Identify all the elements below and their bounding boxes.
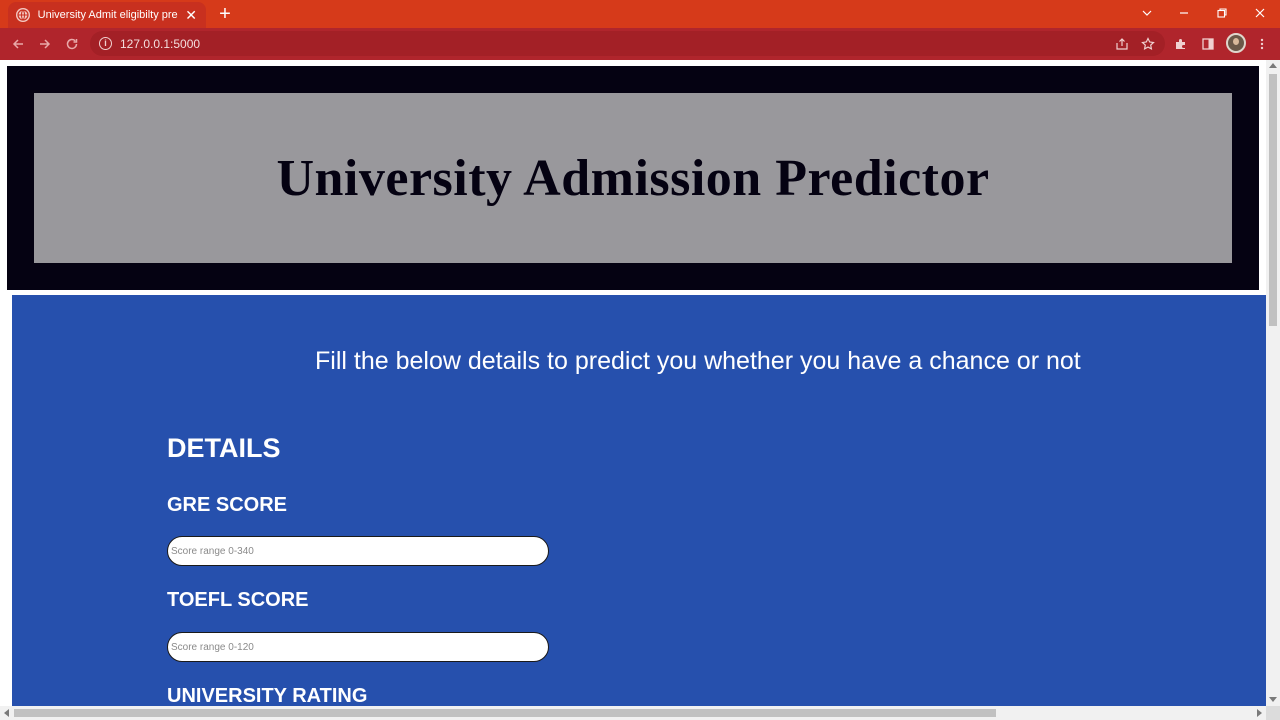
intro-text: Fill the below details to predict you wh… [315,347,1081,375]
side-panel-icon[interactable] [1199,35,1217,53]
gre-score-label: GRE SCORE [167,494,288,516]
kebab-menu-icon[interactable] [1253,35,1271,53]
toefl-score-label: TOEFL SCORE [167,589,309,611]
scroll-down-icon[interactable] [1269,697,1277,702]
browser-toolbar: i 127.0.0.1:5000 [0,28,1280,60]
address-bar[interactable]: i 127.0.0.1:5000 [90,31,1165,56]
gre-score-input[interactable] [167,536,549,566]
section-title: DETAILS [167,433,281,463]
info-icon[interactable]: i [99,37,112,50]
avatar[interactable] [1226,33,1246,53]
star-icon[interactable] [1139,35,1157,53]
vertical-scrollbar[interactable] [1266,60,1280,706]
arrow-left-icon[interactable] [8,34,28,54]
plus-icon[interactable]: + [216,4,234,24]
browser-tab-strip: University Admit eligibilty predictor ✕ … [0,0,1280,28]
globe-icon [16,8,30,22]
scroll-up-icon[interactable] [1269,63,1277,68]
restore-icon[interactable] [1213,4,1231,22]
scroll-left-icon[interactable] [4,709,9,717]
close-icon[interactable]: ✕ [184,8,198,22]
scrollbar-corner [1266,706,1280,720]
details-form: Fill the below details to predict you wh… [12,295,1266,706]
arrow-right-icon[interactable] [35,34,55,54]
window-close-icon[interactable] [1251,4,1269,22]
page-header: University Admission Predictor [7,66,1259,290]
puzzle-icon[interactable] [1172,35,1190,53]
browser-tab[interactable]: University Admit eligibilty predictor ✕ [8,2,206,28]
horizontal-scroll-thumb[interactable] [14,709,996,717]
horizontal-scrollbar[interactable] [0,706,1266,720]
page-viewport: University Admission Predictor Fill the … [0,60,1266,706]
reload-icon[interactable] [62,34,82,54]
scroll-right-icon[interactable] [1257,709,1262,717]
tab-title: University Admit eligibilty predictor [37,9,179,21]
share-icon[interactable] [1113,35,1131,53]
chevron-down-icon[interactable] [1138,4,1156,22]
toefl-score-input[interactable] [167,632,549,662]
page-title: University Admission Predictor [276,149,990,207]
minimize-icon[interactable] [1175,4,1193,22]
university-rating-label: UNIVERSITY RATING [167,685,368,706]
url-text: 127.0.0.1:5000 [120,36,201,51]
header-banner: University Admission Predictor [34,93,1232,263]
vertical-scroll-thumb[interactable] [1269,74,1277,326]
